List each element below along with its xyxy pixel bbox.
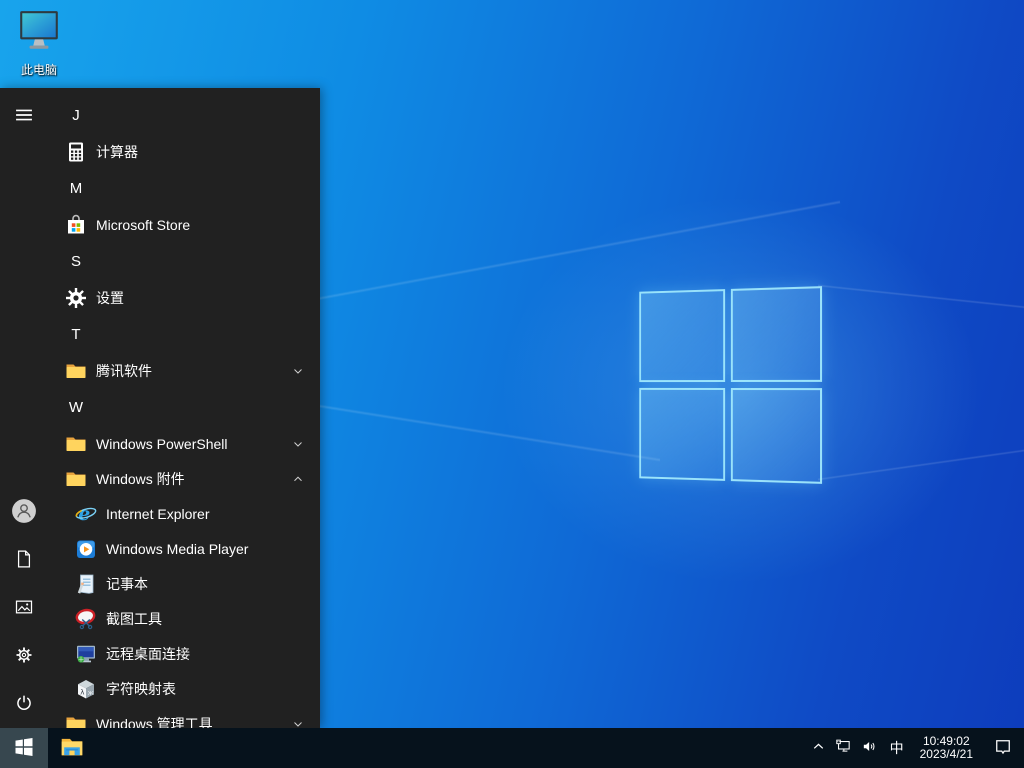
start-item-label: Windows 管理工具: [96, 714, 213, 729]
folder-icon: [64, 359, 88, 383]
pictures-button[interactable]: [0, 584, 48, 632]
start-item-label: 截图工具: [106, 609, 162, 629]
chevron-down-icon[interactable]: [292, 365, 304, 377]
chevron-down-icon[interactable]: [292, 438, 304, 450]
section-header-t[interactable]: T: [48, 315, 320, 353]
start-item-windows-powershell[interactable]: Windows PowerShell: [48, 426, 320, 461]
start-menu-rail: [0, 88, 48, 728]
start-item-label: 腾讯软件: [96, 361, 152, 381]
section-letter: W: [64, 399, 88, 416]
speaker-icon: [861, 738, 878, 758]
start-button[interactable]: [0, 728, 48, 768]
windows-logo-pane: [731, 388, 822, 484]
start-item-character-map[interactable]: λ Ж 字符映射表: [48, 671, 320, 706]
chevron-down-icon[interactable]: [292, 718, 304, 729]
section-letter: S: [64, 253, 88, 270]
settings-button[interactable]: [0, 632, 48, 680]
desktop-icon-this-pc[interactable]: 此电脑: [6, 8, 72, 78]
section-letter: T: [64, 326, 88, 343]
network-button[interactable]: [831, 728, 857, 768]
start-item-settings-app[interactable]: 设置: [48, 280, 320, 315]
action-center-icon: [993, 737, 1013, 760]
section-letter: M: [64, 180, 88, 197]
start-item-label: 远程桌面连接: [106, 644, 190, 664]
start-item-label: Windows PowerShell: [96, 436, 228, 452]
gear-outline-icon: [14, 645, 34, 668]
section-letter: J: [64, 107, 88, 124]
folder-icon: [64, 432, 88, 456]
start-item-internet-explorer[interactable]: e Internet Explorer: [48, 496, 320, 531]
rdp-icon: [74, 642, 98, 666]
start-item-label: 记事本: [106, 574, 148, 594]
ie-icon: e: [74, 502, 98, 526]
start-item-label: 设置: [96, 288, 124, 308]
windows-start-icon: [12, 735, 36, 762]
start-item-label: 计算器: [96, 142, 138, 162]
chevron-up-icon: [810, 738, 827, 758]
taskbar-pinned-apps: [48, 728, 96, 768]
tray-overflow-button[interactable]: [807, 728, 831, 768]
system-tray: 中 10:49:02 2023/4/21: [807, 728, 1024, 768]
calculator-icon: [64, 140, 88, 164]
start-item-label: Windows Media Player: [106, 541, 248, 557]
folder-icon: [64, 467, 88, 491]
hamburger-icon: [14, 105, 34, 128]
ethernet-network-icon: [835, 738, 852, 758]
start-item-label: Internet Explorer: [106, 506, 210, 522]
start-item-snipping-tool[interactable]: 截图工具: [48, 601, 320, 636]
start-item-label: 字符映射表: [106, 679, 176, 699]
start-item-calculator[interactable]: 计算器: [48, 134, 320, 169]
gear-icon: [64, 286, 88, 310]
file-explorer-button[interactable]: [48, 728, 96, 768]
windows-logo: [639, 286, 822, 484]
start-item-windows-accessories[interactable]: Windows 附件: [48, 461, 320, 496]
taskbar: 中 10:49:02 2023/4/21: [0, 728, 1024, 768]
windows-logo-pane: [731, 286, 822, 382]
taskbar-clock[interactable]: 10:49:02 2023/4/21: [911, 728, 982, 768]
documents-button[interactable]: [0, 536, 48, 584]
ime-indicator[interactable]: 中: [883, 728, 911, 768]
clock-date: 2023/4/21: [920, 748, 973, 761]
charmap-icon: λЖ: [74, 677, 98, 701]
start-item-notepad[interactable]: 记事本: [48, 566, 320, 601]
svg-text:λ: λ: [80, 688, 84, 696]
section-header-s[interactable]: S: [48, 242, 320, 280]
svg-text:e: e: [78, 503, 90, 525]
start-item-remote-desktop[interactable]: 远程桌面连接: [48, 636, 320, 671]
store-icon: [64, 213, 88, 237]
user-account-button[interactable]: [0, 488, 48, 536]
section-header-m[interactable]: M: [48, 169, 320, 207]
user-icon: [11, 498, 37, 527]
desktop-icon-label: 此电脑: [21, 61, 57, 78]
action-center-button[interactable]: [982, 728, 1024, 768]
notepad-icon: [74, 572, 98, 596]
start-item-windows-admin-tools[interactable]: Windows 管理工具: [48, 706, 320, 728]
wmp-icon: [74, 537, 98, 561]
section-header-j[interactable]: J: [48, 96, 320, 134]
svg-text:Ж: Ж: [88, 691, 94, 697]
power-button[interactable]: [0, 680, 48, 728]
windows-logo-pane: [639, 289, 725, 382]
document-icon: [14, 549, 34, 572]
start-item-label: Microsoft Store: [96, 217, 190, 233]
pictures-icon: [14, 597, 34, 620]
start-item-microsoft-store[interactable]: Microsoft Store: [48, 207, 320, 242]
start-item-windows-media-player[interactable]: Windows Media Player: [48, 531, 320, 566]
windows-logo-pane: [639, 388, 725, 481]
this-pc-icon: [13, 8, 65, 59]
expand-menu-button[interactable]: [0, 92, 48, 140]
volume-button[interactable]: [857, 728, 883, 768]
file-explorer-icon: [59, 734, 85, 763]
start-item-tencent-software[interactable]: 腾讯软件: [48, 353, 320, 388]
start-menu-app-list: J 计算器 M Microsoft Store S 设置 T 腾讯软件 W Windows Pow…: [48, 88, 320, 728]
section-header-w[interactable]: W: [48, 388, 320, 426]
folder-icon: [64, 712, 88, 729]
power-icon: [14, 693, 34, 716]
snipping-icon: [74, 607, 98, 631]
start-menu: J 计算器 M Microsoft Store S 设置 T 腾讯软件 W Windows Pow…: [0, 88, 320, 728]
start-item-label: Windows 附件: [96, 469, 185, 489]
chevron-up-icon[interactable]: [292, 473, 304, 485]
